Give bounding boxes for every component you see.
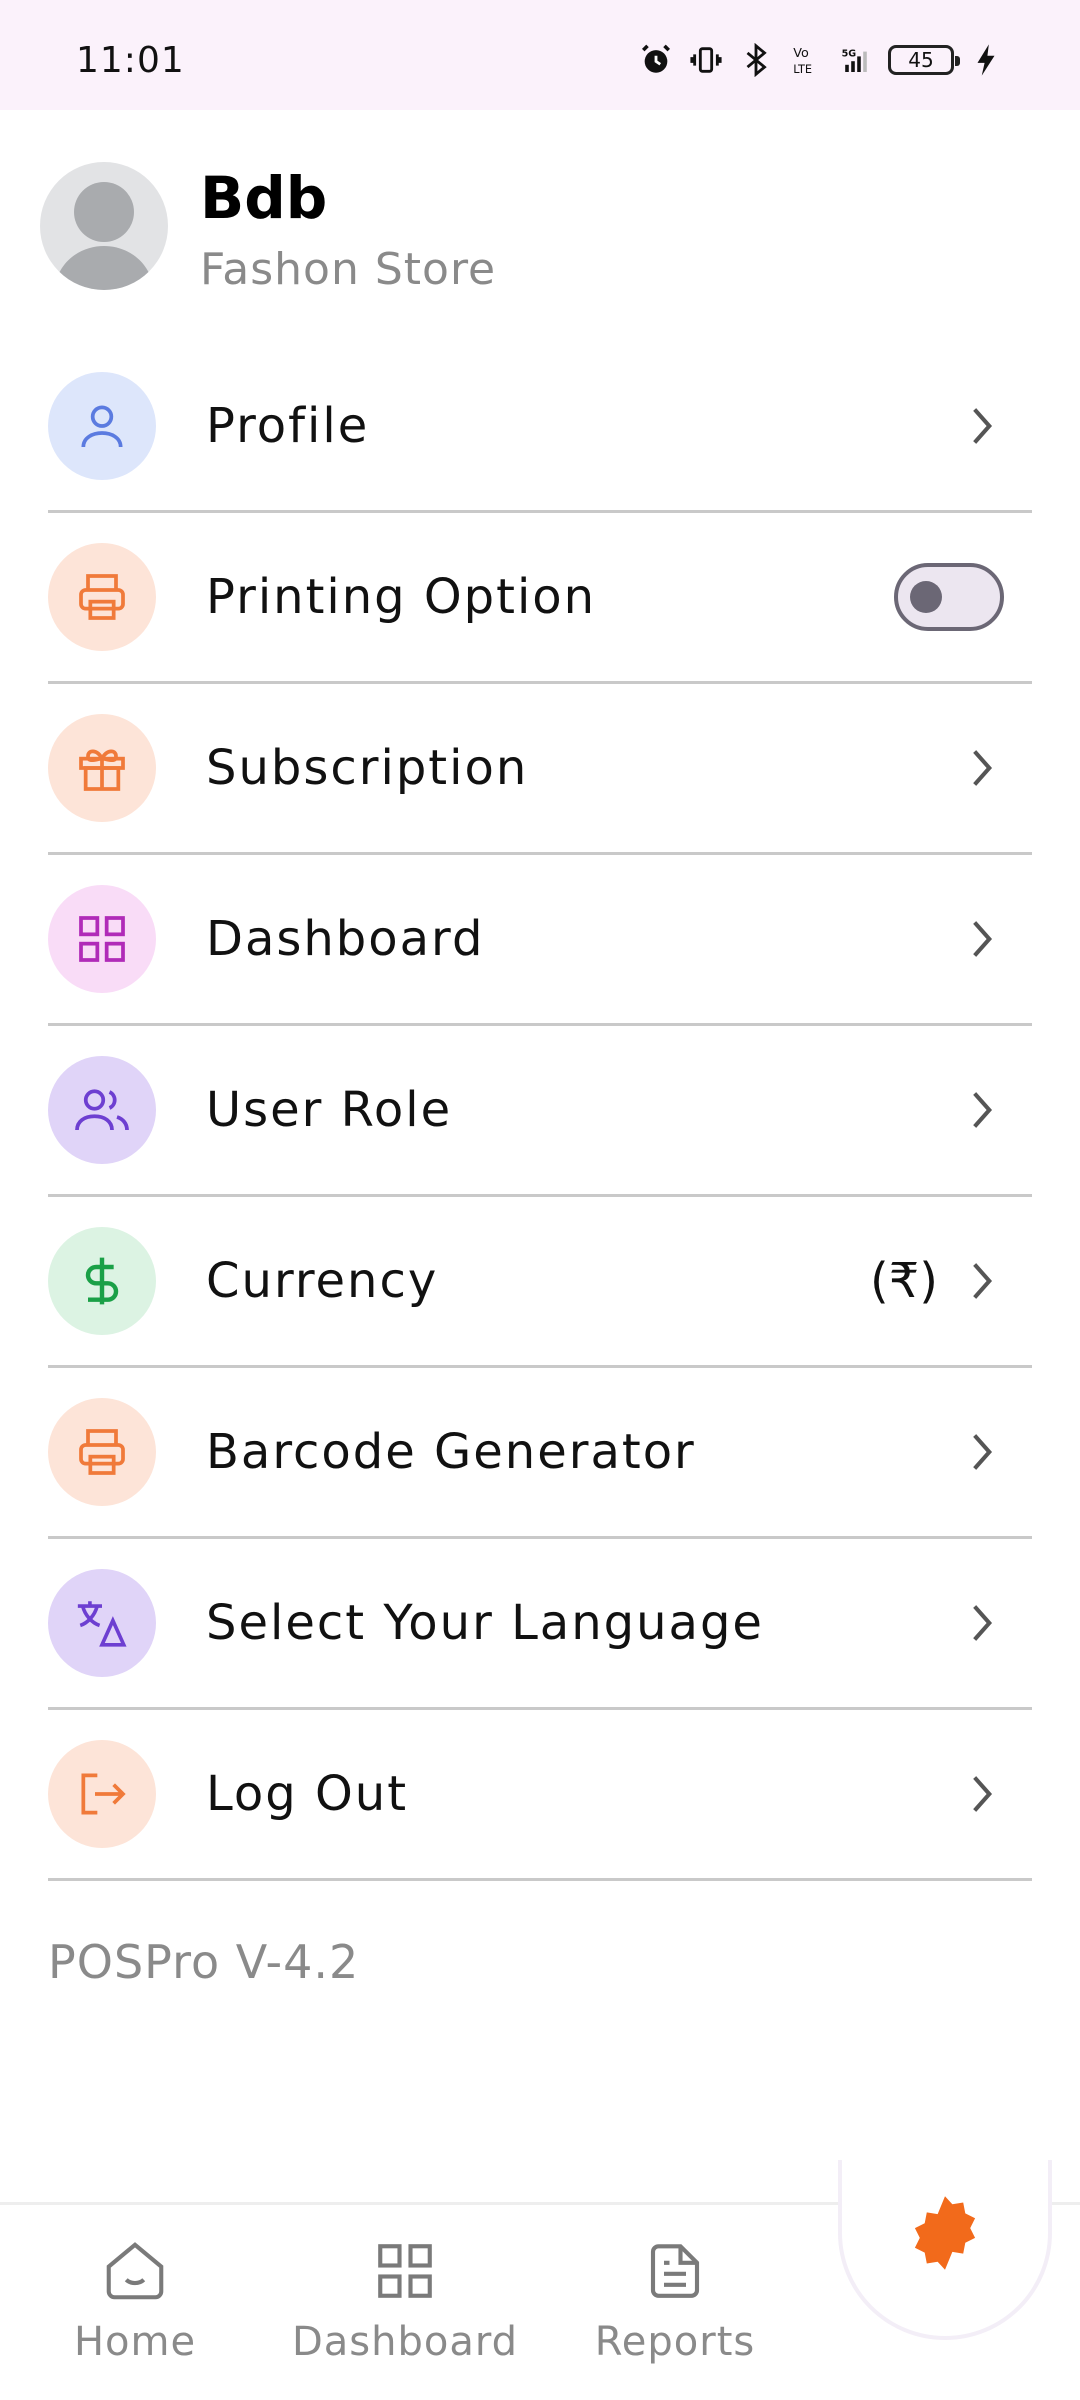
status-icons: Vo LTE 5G 45 <box>638 40 1004 80</box>
settings-fab[interactable] <box>895 2185 995 2285</box>
menu-item-currency[interactable]: Currency (₹) <box>48 1197 1032 1368</box>
menu-item-printing-option[interactable]: Printing Option <box>48 513 1032 684</box>
chevron-right-icon <box>960 1430 1004 1474</box>
avatar[interactable] <box>40 162 168 290</box>
battery-level: 45 <box>908 48 934 72</box>
chevron-right-icon <box>960 917 1004 961</box>
chevron-right-icon <box>960 1772 1004 1816</box>
menu-item-barcode-generator[interactable]: Barcode Generator <box>48 1368 1032 1539</box>
menu-item-subscription[interactable]: Subscription <box>48 684 1032 855</box>
nav-label: Dashboard <box>291 2319 518 2365</box>
menu-item-dashboard[interactable]: Dashboard <box>48 855 1032 1026</box>
menu-label: Printing Option <box>206 569 597 625</box>
alarm-icon <box>638 42 674 78</box>
menu-label: Currency <box>206 1253 439 1309</box>
menu-item-profile[interactable]: Profile <box>48 342 1032 513</box>
menu-label: User Role <box>206 1082 453 1138</box>
nav-reports[interactable]: Reports <box>560 2235 790 2385</box>
menu-label: Log Out <box>206 1766 409 1822</box>
logout-icon <box>48 1740 156 1848</box>
menu-item-user-role[interactable]: User Role <box>48 1026 1032 1197</box>
settings-menu: Profile Printing Option Subscription Das… <box>48 342 1032 1881</box>
profile-header: Bdb Fashon Store <box>40 162 1040 295</box>
store-name: Fashon Store <box>200 244 497 295</box>
vibrate-icon <box>688 42 724 78</box>
chevron-right-icon <box>960 1601 1004 1645</box>
user-name: Bdb <box>200 164 328 232</box>
user-icon <box>48 372 156 480</box>
svg-text:5G: 5G <box>842 48 857 59</box>
charging-icon <box>968 42 1004 78</box>
chevron-right-icon <box>960 1088 1004 1132</box>
chevron-right-icon <box>960 1259 1004 1303</box>
nav-label: Reports <box>594 2319 756 2365</box>
status-time: 11:01 <box>76 40 185 81</box>
printer-icon <box>48 1398 156 1506</box>
menu-item-select-language[interactable]: Select Your Language <box>48 1539 1032 1710</box>
menu-label: Subscription <box>206 740 529 796</box>
nav-dashboard[interactable]: Dashboard <box>290 2235 520 2385</box>
printer-icon <box>48 543 156 651</box>
battery-icon: 45 <box>888 45 960 75</box>
users-icon <box>48 1056 156 1164</box>
menu-label: Profile <box>206 398 370 454</box>
nav-home[interactable]: Home <box>20 2235 250 2385</box>
gear-icon <box>903 2191 987 2279</box>
svg-text:Vo: Vo <box>793 46 809 61</box>
5g-signal-icon: 5G <box>838 42 874 78</box>
home-icon <box>99 2235 171 2307</box>
document-icon <box>639 2235 711 2307</box>
menu-item-log-out[interactable]: Log Out <box>48 1710 1032 1881</box>
svg-text:LTE: LTE <box>793 62 812 76</box>
nav-label: Home <box>73 2319 197 2365</box>
app-version: POSPro V-4.2 <box>48 1935 360 1989</box>
volte-icon: Vo LTE <box>788 42 824 78</box>
printing-toggle[interactable] <box>894 563 1004 631</box>
gift-icon <box>48 714 156 822</box>
status-bar: 11:01 Vo LTE 5G 45 <box>0 0 1080 110</box>
chevron-right-icon <box>960 746 1004 790</box>
menu-label: Select Your Language <box>206 1595 764 1651</box>
grid-icon <box>369 2235 441 2307</box>
grid-icon <box>48 885 156 993</box>
bluetooth-icon <box>738 42 774 78</box>
toggle-knob <box>910 581 942 613</box>
menu-label: Dashboard <box>206 911 485 967</box>
menu-label: Barcode Generator <box>206 1424 696 1480</box>
dollar-icon <box>48 1227 156 1335</box>
currency-value: (₹) <box>870 1253 938 1309</box>
translate-icon <box>48 1569 156 1677</box>
chevron-right-icon <box>960 404 1004 448</box>
